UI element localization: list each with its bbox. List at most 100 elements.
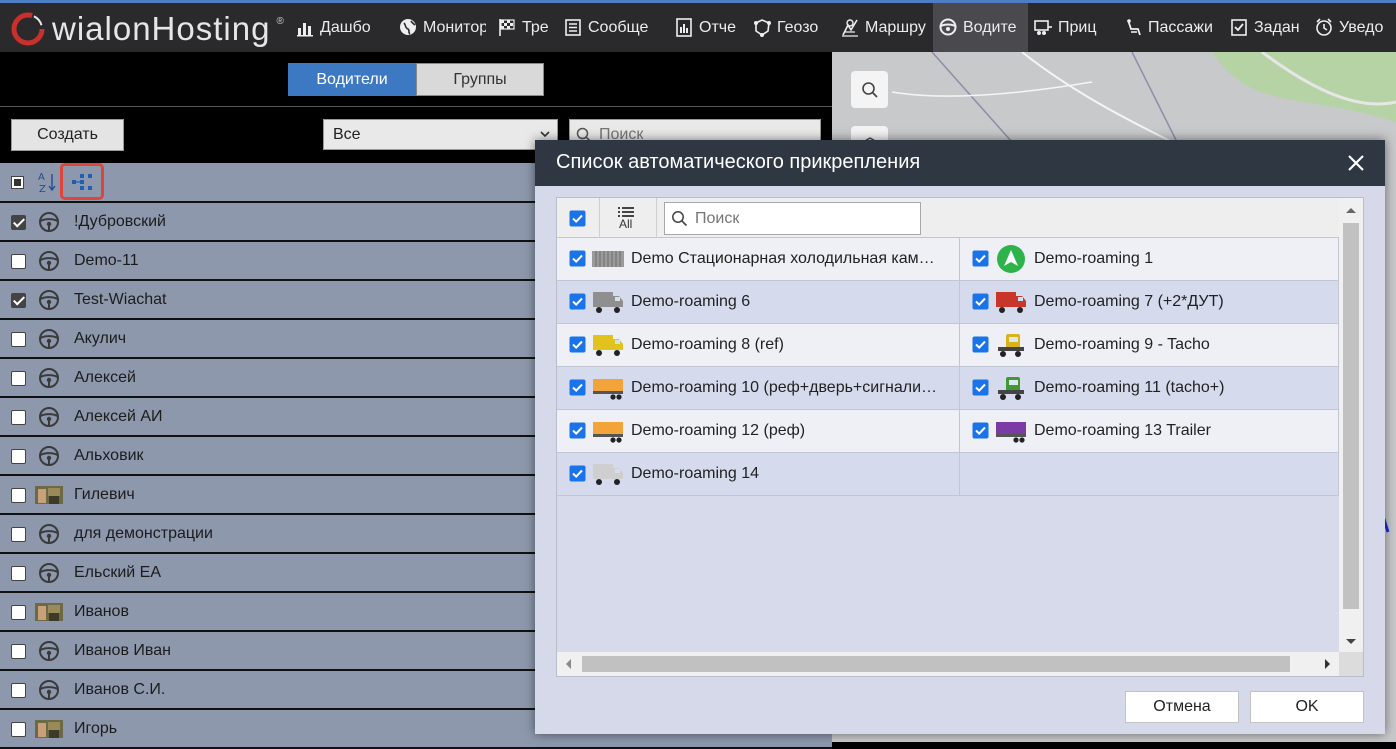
unit-checkbox[interactable] xyxy=(569,379,586,396)
nav-item-label: Геозо xyxy=(777,18,819,36)
unit-checkbox[interactable] xyxy=(972,336,989,353)
horizontal-scroll-thumb[interactable] xyxy=(582,656,1290,672)
driver-checkbox[interactable] xyxy=(11,605,26,620)
unit-checkbox[interactable] xyxy=(569,336,586,353)
unit-checkbox[interactable] xyxy=(569,250,586,267)
wialon-logo[interactable]: wialonHosting ® xyxy=(10,9,284,49)
unit-checkbox[interactable] xyxy=(972,293,989,310)
nav-item-route[interactable]: Маршру xyxy=(835,3,933,52)
unit-cell[interactable]: Demo-roaming 7 (+2*ДУТ) xyxy=(960,281,1339,324)
search-icon xyxy=(672,211,688,227)
nav-item-geofence[interactable]: Геозо xyxy=(747,3,835,52)
logo-text: wialonHosting xyxy=(52,10,271,47)
hierarchy-icon xyxy=(72,173,92,190)
ok-button[interactable]: OK xyxy=(1250,691,1364,723)
unit-cell[interactable]: Demo-roaming 1 xyxy=(960,238,1339,281)
create-button[interactable]: Создать xyxy=(11,119,124,151)
scroll-down-icon[interactable] xyxy=(1339,631,1363,651)
driver-checkbox[interactable] xyxy=(11,488,26,503)
unit-checkbox[interactable] xyxy=(569,422,586,439)
tab-groups[interactable]: Группы xyxy=(416,63,544,96)
unit-checkbox[interactable] xyxy=(972,379,989,396)
unit-cell[interactable]: Demo-roaming 11 (tacho+) xyxy=(960,367,1339,410)
select-all-checkbox[interactable] xyxy=(11,176,24,189)
nav-item-label: Отче xyxy=(699,18,737,36)
cancel-button[interactable]: Отмена xyxy=(1125,691,1239,723)
driver-checkbox[interactable] xyxy=(11,215,26,230)
scroll-up-icon[interactable] xyxy=(1339,201,1363,221)
top-navigation-bar: wialonHosting ® Дашбо Монитор Тре Сообще Отч… xyxy=(0,0,1396,52)
nav-item-label: Монитор xyxy=(423,18,486,36)
scroll-right-icon[interactable] xyxy=(1317,652,1337,676)
nav-item-report[interactable]: Отче xyxy=(669,3,747,52)
all-label: All xyxy=(619,217,633,231)
scroll-left-icon[interactable] xyxy=(559,652,579,676)
close-icon[interactable] xyxy=(1346,153,1366,173)
nav-item-alarm-clock[interactable]: Уведо xyxy=(1309,3,1389,52)
unit-checkbox[interactable] xyxy=(972,422,989,439)
driver-checkbox[interactable] xyxy=(11,722,26,737)
driver-avatar xyxy=(35,289,63,311)
driver-checkbox[interactable] xyxy=(11,527,26,542)
nav-item-globe[interactable]: Монитор xyxy=(393,3,492,52)
message-list-icon xyxy=(565,19,581,36)
unit-cell[interactable]: Demo Стационарная холодильная кам… xyxy=(557,238,960,281)
unit-name: Demo-roaming 10 (реф+дверь+сигнали… xyxy=(631,379,938,396)
driver-checkbox[interactable] xyxy=(11,683,26,698)
unit-cell[interactable]: Demo-roaming 13 Trailer xyxy=(960,410,1339,453)
unit-cell[interactable]: Demo-roaming 10 (реф+дверь+сигнали… xyxy=(557,367,960,410)
nav-item-task-check[interactable]: Задан xyxy=(1224,3,1309,52)
map-search-button[interactable] xyxy=(851,71,888,108)
driver-name: Иванов xyxy=(74,603,129,620)
show-all-button[interactable]: All xyxy=(615,206,637,231)
grid-toolbar: All xyxy=(557,198,1339,238)
nav-item-label: Тре xyxy=(522,18,549,36)
nav-item-message-list[interactable]: Сообще xyxy=(558,3,669,52)
bar-chart-icon xyxy=(297,23,313,37)
sort-az-icon[interactable]: A Z xyxy=(37,170,57,194)
nav-item-passenger-seat[interactable]: Пассажи xyxy=(1118,3,1224,52)
horizontal-scrollbar[interactable] xyxy=(557,652,1339,676)
vertical-scrollbar[interactable] xyxy=(1339,198,1363,654)
task-check-icon xyxy=(1231,19,1247,36)
unit-name: Demo-roaming 9 - Tacho xyxy=(1034,336,1210,353)
filter-dropdown[interactable]: Все xyxy=(323,119,558,150)
nav-item-steering-wheel[interactable]: Водите xyxy=(933,3,1028,52)
nav-item-trailer[interactable]: Приц xyxy=(1028,3,1118,52)
driver-checkbox[interactable] xyxy=(11,254,26,269)
unit-checkbox[interactable] xyxy=(972,250,989,267)
driver-name: Иванов С.И. xyxy=(74,681,166,698)
driver-checkbox[interactable] xyxy=(11,371,26,386)
group-tree-button[interactable] xyxy=(60,163,104,200)
unit-cell[interactable]: Demo-roaming 6 xyxy=(557,281,960,324)
driver-checkbox[interactable] xyxy=(11,332,26,347)
nav-item-checkered-flag[interactable]: Тре xyxy=(492,3,558,52)
unit-cell[interactable]: Demo-roaming 14 xyxy=(557,453,960,496)
green-tractor-icon xyxy=(998,377,1024,400)
driver-checkbox[interactable] xyxy=(11,449,26,464)
driver-name: Test-Wiachat xyxy=(74,291,167,308)
nav-item-label: Приц xyxy=(1058,18,1097,36)
nav-item-bar-chart[interactable]: Дашбо xyxy=(290,3,393,52)
driver-checkbox[interactable] xyxy=(11,293,26,308)
select-all-units-checkbox[interactable] xyxy=(569,210,586,227)
unit-cell[interactable]: Demo-roaming 8 (ref) xyxy=(557,324,960,367)
units-search[interactable] xyxy=(664,202,921,235)
unit-checkbox[interactable] xyxy=(569,465,586,482)
units-search-input[interactable] xyxy=(693,208,917,229)
green-arrow-icon xyxy=(997,245,1025,273)
unit-checkbox[interactable] xyxy=(569,293,586,310)
driver-avatar xyxy=(35,718,63,740)
driver-checkbox[interactable] xyxy=(11,566,26,581)
unit-cell[interactable]: Demo-roaming 12 (реф) xyxy=(557,410,960,453)
vertical-scroll-thumb[interactable] xyxy=(1343,223,1359,609)
unit-icon xyxy=(994,287,1028,317)
steering-wheel-icon xyxy=(39,251,59,271)
steering-wheel-icon xyxy=(39,212,59,232)
unit-name: Demo-roaming 6 xyxy=(631,293,751,310)
unit-cell[interactable]: Demo-roaming 9 - Tacho xyxy=(960,324,1339,367)
driver-checkbox[interactable] xyxy=(11,410,26,425)
unit-icon xyxy=(591,330,625,360)
driver-checkbox[interactable] xyxy=(11,644,26,659)
tab-drivers[interactable]: Водители xyxy=(288,63,416,96)
